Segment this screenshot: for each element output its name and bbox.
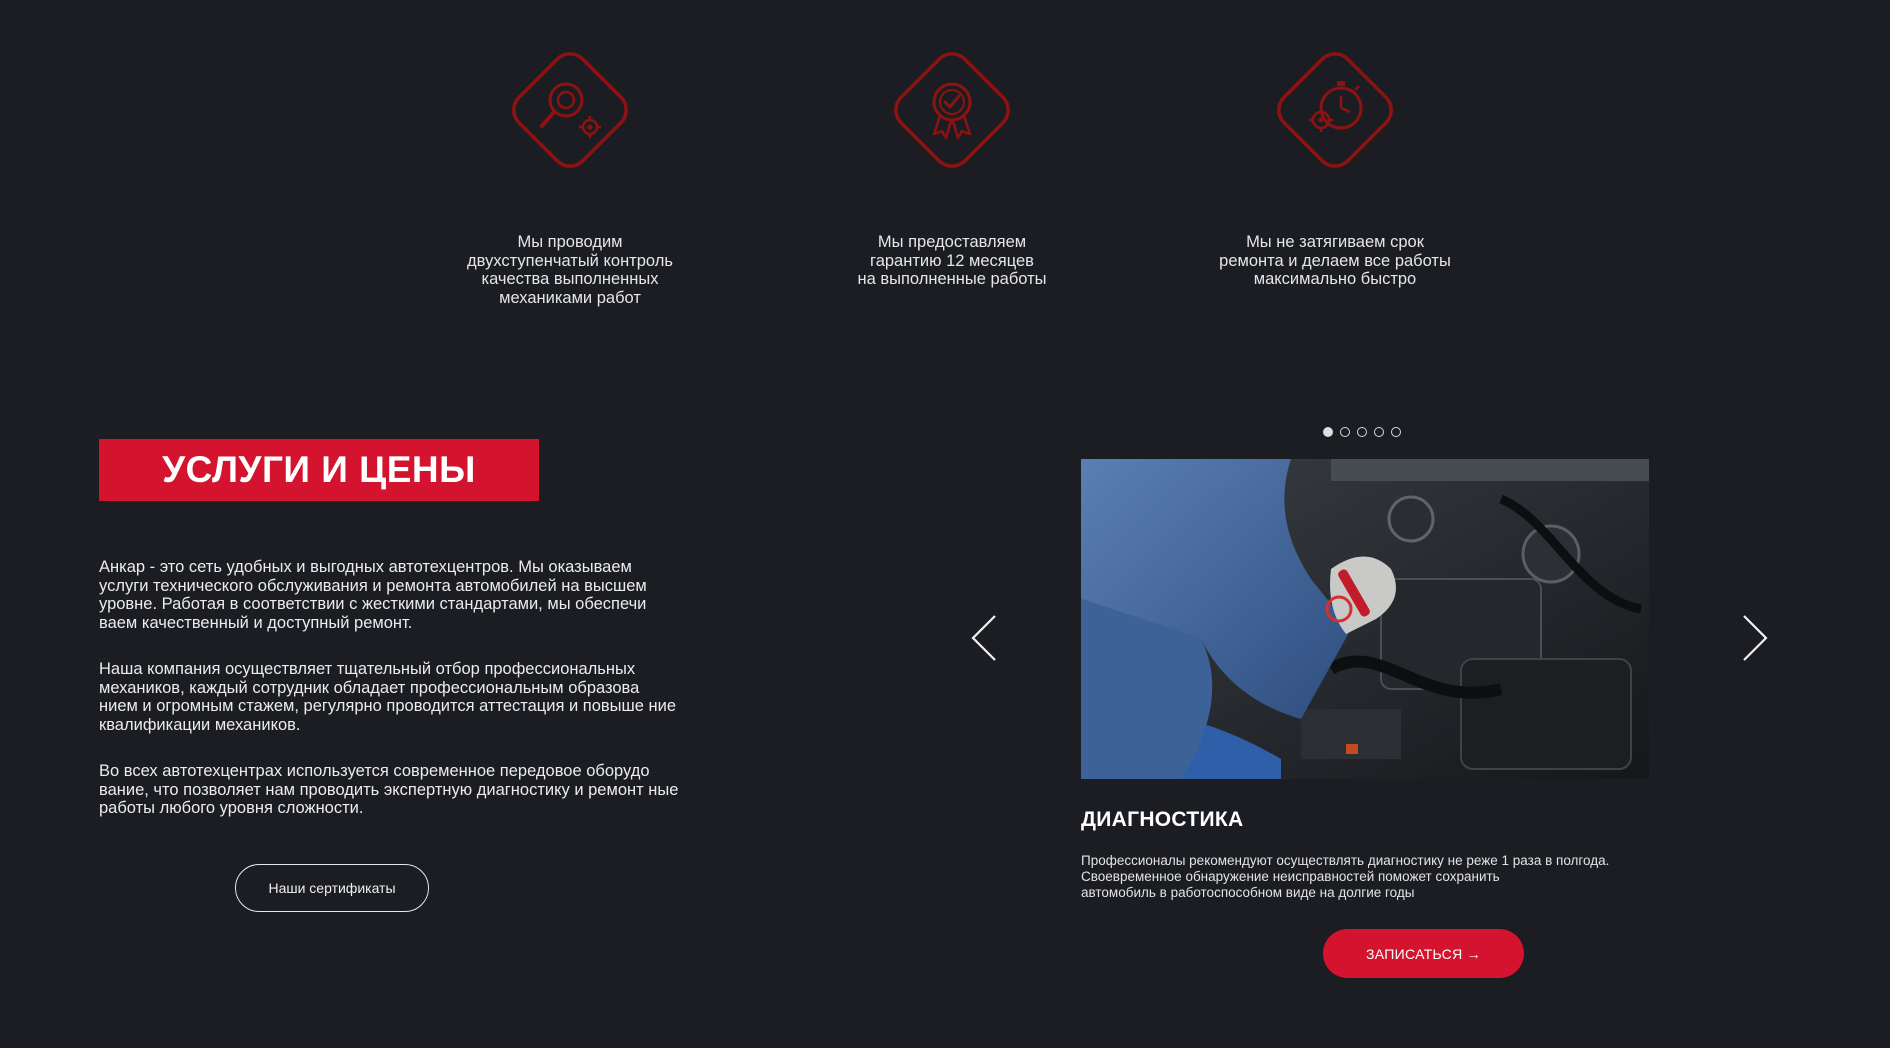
- slider-pagination: [1323, 427, 1401, 437]
- about-paragraph: Анкар - это сеть удобных и выгодных авто…: [99, 558, 647, 632]
- slide-image: [1081, 459, 1649, 779]
- slider-dot[interactable]: [1357, 427, 1367, 437]
- slider-dot[interactable]: [1323, 427, 1333, 437]
- feature-text: Мы предоставляем гарантию 12 месяцев на …: [857, 233, 1047, 288]
- about-paragraph: Во всех автотехцентрах используется совр…: [99, 762, 679, 817]
- slide-description: Профессионалы рекомендуют осуществлять д…: [1081, 853, 1610, 900]
- feature-text: Мы проводим двухступенчатый контроль кач…: [467, 233, 673, 307]
- slider-dot[interactable]: [1340, 427, 1350, 437]
- award-badge-icon: [894, 52, 1010, 168]
- feature-warranty: Мы предоставляем гарантию 12 месяцев на …: [802, 32, 1102, 289]
- slider-next-arrow-icon[interactable]: [1738, 612, 1772, 664]
- certificates-button[interactable]: Наши сертификаты: [235, 864, 429, 912]
- mechanic-engine-photo: [1081, 459, 1649, 779]
- services-title: УСЛУГИ И ЦЕНЫ: [99, 439, 539, 501]
- book-appointment-button[interactable]: ЗАПИСАТЬСЯ →: [1323, 929, 1524, 978]
- feature-quality-control: Мы проводим двухступенчатый контроль кач…: [420, 32, 720, 307]
- about-paragraph: Наша компания осуществляет тщательный от…: [99, 660, 677, 734]
- slider-dot[interactable]: [1374, 427, 1384, 437]
- magnifier-gears-icon: [512, 52, 628, 168]
- feature-fast-repair: Мы не затягиваем срок ремонта и делаем в…: [1185, 32, 1485, 289]
- feature-text: Мы не затягиваем срок ремонта и делаем в…: [1219, 233, 1451, 288]
- stopwatch-gear-icon: [1277, 52, 1393, 168]
- features-section: Мы проводим двухступенчатый контроль кач…: [0, 0, 1890, 307]
- slider-dot[interactable]: [1391, 427, 1401, 437]
- slider-prev-arrow-icon[interactable]: [967, 612, 1001, 664]
- slide-title: ДИАГНОСТИКА: [1081, 808, 1244, 831]
- about-text: Анкар - это сеть удобных и выгодных авто…: [99, 558, 679, 846]
